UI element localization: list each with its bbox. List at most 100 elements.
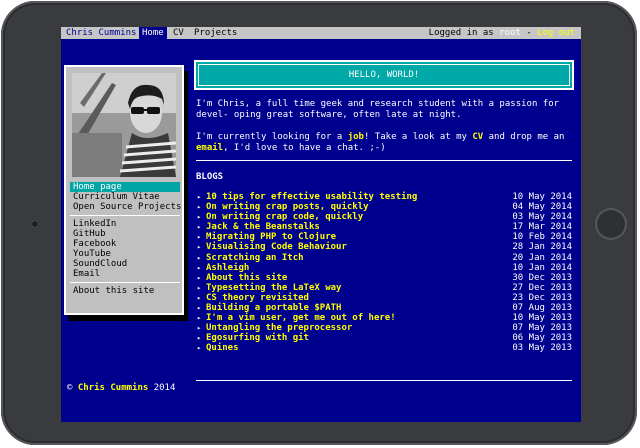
blog-post-date: 10 May 2014 xyxy=(512,192,572,202)
blog-post-date: 10 Feb 2014 xyxy=(512,232,572,243)
blog-row: ▸ On writing crap posts, quickly 04 May 20… xyxy=(196,202,572,212)
sidebar-divider xyxy=(70,215,180,216)
bullet-icon: ▸ xyxy=(197,243,202,252)
blog-post-link[interactable]: On writing crap code, quickly xyxy=(206,212,363,222)
copyright-symbol: © xyxy=(67,383,73,393)
bullet-icon: ▸ xyxy=(197,304,202,313)
bullet-icon: ▸ xyxy=(197,293,202,302)
blog-row: ▸ Scratching an Itch 20 Jan 2014 xyxy=(196,253,572,263)
blog-row: ▸ Typesetting the LaTeX way 27 Dec 2013 xyxy=(196,283,572,293)
camera-icon xyxy=(31,220,39,228)
blog-post-date: 28 Jan 2014 xyxy=(512,242,572,253)
blog-row: ▸ Migrating PHP to Clojure 10 Feb 2014 xyxy=(196,232,572,242)
blog-post-link[interactable]: Egosurfing with git xyxy=(206,333,309,343)
blog-row: ▸ CS theory revisited 23 Dec 2013 xyxy=(196,293,572,303)
blog-post-link[interactable]: About this site xyxy=(206,273,287,283)
logout-link[interactable]: Log out xyxy=(537,28,575,38)
blog-post-link[interactable]: I'm a vim user, get me out of here! xyxy=(206,313,396,323)
footer: © Chris Cummins 2014 xyxy=(67,383,175,393)
sidebar-item-email[interactable]: Email xyxy=(70,269,180,279)
blog-post-link[interactable]: On writing crap posts, quickly xyxy=(206,202,369,212)
tablet-frame: Chris Cummins Home CV Projects Logged in… xyxy=(1,1,637,445)
nav-home[interactable]: Home xyxy=(139,27,167,39)
email-link[interactable]: email xyxy=(196,143,223,153)
blog-post-date: 27 Dec 2013 xyxy=(512,282,572,293)
bullet-icon: ▸ xyxy=(197,213,202,222)
login-separator: - xyxy=(526,28,532,38)
blog-row: ▸ On writing crap code, quickly 03 May 201… xyxy=(196,212,572,222)
blog-post-link[interactable]: Visualising Code Behaviour xyxy=(206,242,347,252)
home-button[interactable] xyxy=(595,208,627,240)
blog-row: ▸ Jack & the Beanstalks 17 Mar 2014 xyxy=(196,222,572,232)
divider xyxy=(196,160,572,161)
bullet-icon: ▸ xyxy=(197,193,202,201)
logged-in-label: Logged in as xyxy=(428,28,494,38)
sidebar-item-github[interactable]: GitHub xyxy=(70,229,180,239)
sidebar-item-home-page[interactable]: Home page xyxy=(70,182,180,192)
blog-post-date: 23 Dec 2013 xyxy=(512,292,572,303)
blog-row: ▸ Untangling the preprocessor 07 May 2013 xyxy=(196,323,572,333)
blog-post-date: 30 Dec 2013 xyxy=(512,272,572,283)
bullet-icon: ▸ xyxy=(197,344,202,353)
intro-text-fragment: I'm currently looking for a xyxy=(196,132,348,142)
blog-post-date: 07 May 2013 xyxy=(512,323,572,334)
bullet-icon: ▸ xyxy=(197,283,202,292)
intro-text: I'm Chris, a full time geek and research… xyxy=(196,99,571,165)
sidebar-item-youtube[interactable]: YouTube xyxy=(70,249,180,259)
blog-post-link[interactable]: Scratching an Itch xyxy=(206,253,304,263)
sidebar-item-linkedin[interactable]: LinkedIn xyxy=(70,219,180,229)
intro-paragraph-contact: I'm currently looking for a job! Take a … xyxy=(196,132,571,154)
site-name-link[interactable]: Chris Cummins xyxy=(61,27,141,39)
blog-row: ▸ Ashleigh 10 Jan 2014 xyxy=(196,263,572,273)
blog-post-date: 04 May 2014 xyxy=(512,202,572,213)
blog-list: ▸ 10 tips for effective usability testing… xyxy=(196,192,572,354)
cv-link[interactable]: CV xyxy=(472,132,483,142)
blog-row: ▸ Egosurfing with git 06 May 2013 xyxy=(196,333,572,343)
blog-post-link[interactable]: Typesetting the LaTeX way xyxy=(206,283,341,293)
blog-post-link[interactable]: Jack & the Beanstalks xyxy=(206,222,320,232)
sidebar-item-soundcloud[interactable]: SoundCloud xyxy=(70,259,180,269)
footer-divider xyxy=(196,380,572,381)
bullet-icon: ▸ xyxy=(197,253,202,262)
blog-row: ▸ Building a portable $PATH 07 Aug 2013 xyxy=(196,303,572,313)
intro-text-fragment: , I'd love to have a chat. ;-) xyxy=(223,143,386,153)
blog-post-link[interactable]: Ashleigh xyxy=(206,263,249,273)
blog-post-link[interactable]: CS theory revisited xyxy=(206,293,309,303)
blog-post-date: 03 May 2014 xyxy=(512,212,572,223)
bullet-icon: ▸ xyxy=(197,233,202,242)
blog-row: ▸ About this site 30 Dec 2013 xyxy=(196,273,572,283)
sidebar-item-projects[interactable]: Open Source Projects xyxy=(70,202,181,212)
blog-post-link[interactable]: Building a portable $PATH xyxy=(206,303,341,313)
top-menu-bar: Chris Cummins Home CV Projects Logged in… xyxy=(61,27,581,39)
intro-text-fragment: ! Take a look at my xyxy=(363,132,473,142)
bullet-icon: ▸ xyxy=(197,273,202,282)
bullet-icon: ▸ xyxy=(197,263,202,272)
intro-paragraph: I'm Chris, a full time geek and research… xyxy=(196,99,560,120)
bullet-icon: ▸ xyxy=(197,223,202,232)
sidebar-item-about[interactable]: About this site xyxy=(70,286,180,296)
username: root xyxy=(499,28,521,38)
sidebar-item-facebook[interactable]: Facebook xyxy=(70,239,180,249)
nav-projects[interactable]: Projects xyxy=(191,27,240,39)
blog-post-date: 06 May 2013 xyxy=(512,333,572,344)
blog-post-date: 17 Mar 2014 xyxy=(512,222,572,233)
sidebar-item-cv[interactable]: Curriculum Vitae xyxy=(70,192,180,202)
blog-post-date: 20 Jan 2014 xyxy=(512,252,572,263)
hello-banner: HELLO, WORLD! xyxy=(194,60,574,90)
bullet-icon: ▸ xyxy=(197,314,202,323)
blog-post-link[interactable]: Migrating PHP to Clojure xyxy=(206,232,336,242)
sidebar-divider xyxy=(70,282,180,283)
screen: Chris Cummins Home CV Projects Logged in… xyxy=(61,27,581,422)
blog-post-link[interactable]: Untangling the preprocessor xyxy=(206,323,352,333)
footer-author-link[interactable]: Chris Cummins xyxy=(78,383,148,393)
blog-row: ▸ 10 tips for effective usability testing… xyxy=(196,192,572,202)
nav-cv[interactable]: CV xyxy=(170,27,187,39)
blog-post-link[interactable]: 10 tips for effective usability testing xyxy=(206,192,417,202)
blog-post-date: 03 May 2013 xyxy=(512,343,572,354)
blog-row: ▸ Visualising Code Behaviour 28 Jan 2014 xyxy=(196,242,572,252)
blog-post-link[interactable]: Quines xyxy=(206,343,239,353)
job-link[interactable]: job xyxy=(348,132,364,142)
sidebar: Home page Curriculum Vitae Open Source P… xyxy=(64,65,184,315)
footer-year: 2014 xyxy=(153,383,176,393)
sidebar-menu: Home page Curriculum Vitae Open Source P… xyxy=(70,182,181,296)
